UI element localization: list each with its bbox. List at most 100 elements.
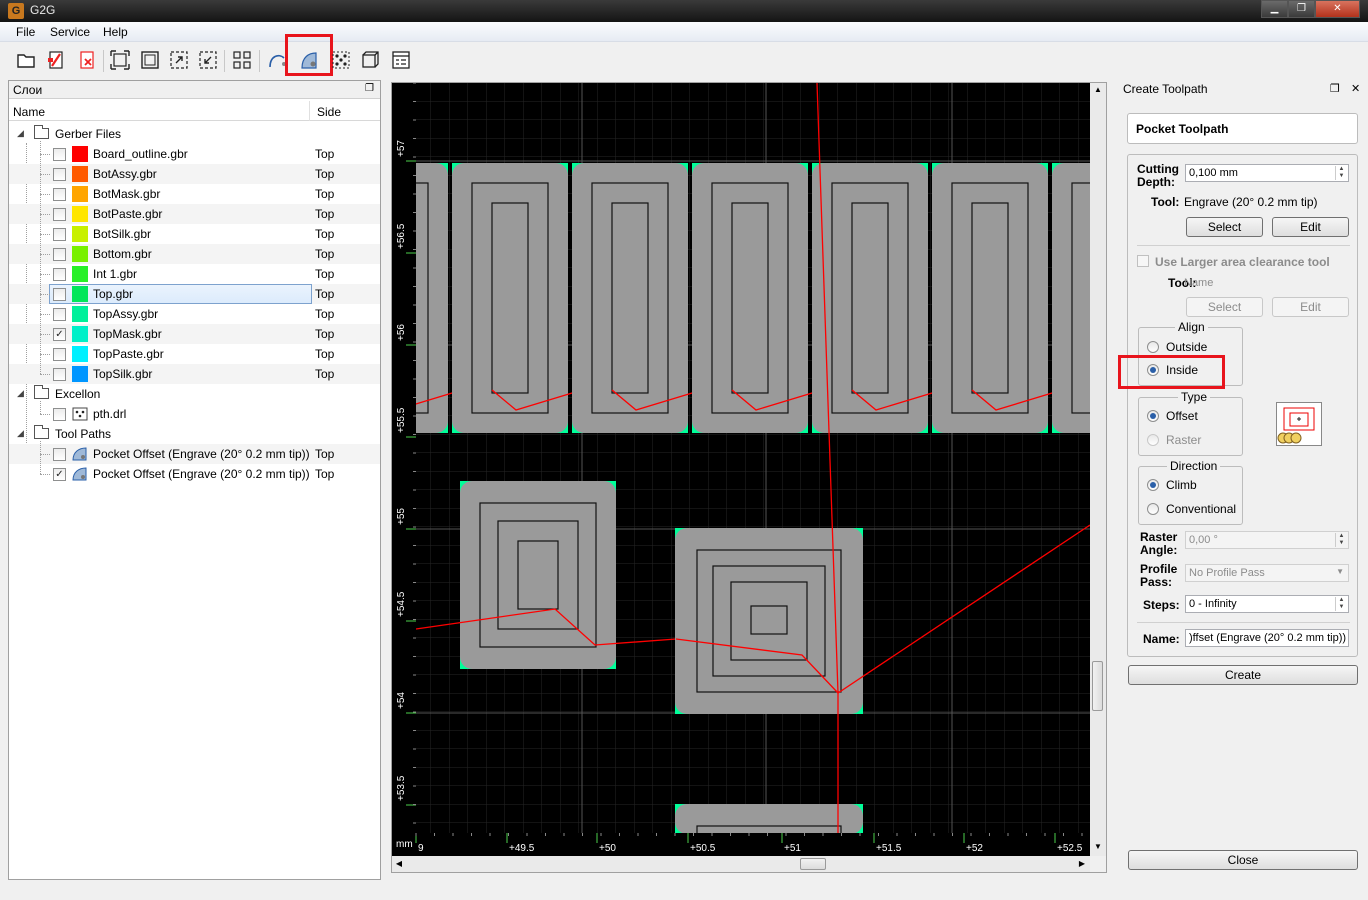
layer-row[interactable]: Board_outline.gbr Top [9, 141, 380, 164]
layer-color-swatch[interactable] [72, 226, 88, 242]
dropdown-arrow-icon[interactable]: ▼ [1336, 567, 1344, 576]
cutting-depth-input[interactable]: 0,100 mm ▲ ▼ [1185, 164, 1349, 182]
menu-file[interactable]: File [16, 25, 35, 39]
open-gerber-icon[interactable] [46, 50, 66, 70]
layer-color-swatch[interactable] [72, 166, 88, 182]
scroll-down-icon[interactable]: ▼ [1090, 840, 1106, 854]
edit-tool-button[interactable]: Edit [1272, 217, 1349, 237]
pad-top-5[interactable] [932, 163, 1048, 433]
horizontal-scrollbar[interactable]: ◀ ▶ [392, 856, 1090, 872]
layer-row[interactable]: BotPaste.gbr Top [9, 201, 380, 224]
layer-row[interactable]: TopPaste.gbr Top [9, 341, 380, 364]
profile-toolpath-icon[interactable] [267, 50, 287, 70]
tree-group-excellon[interactable]: ◢ Excellon [9, 384, 380, 404]
pad-mid-right[interactable] [675, 528, 863, 714]
zoom-fit-icon[interactable] [110, 50, 130, 70]
layer-checkbox[interactable] [53, 148, 66, 161]
pad-mid-left[interactable] [460, 481, 616, 669]
steps-input[interactable]: 0 - Infinity ▲ ▼ [1185, 595, 1349, 613]
layer-checkbox[interactable] [53, 168, 66, 181]
layer-color-swatch[interactable] [72, 246, 88, 262]
open-folder-icon[interactable] [16, 50, 36, 70]
minimize-button[interactable]: ▁ [1261, 0, 1288, 18]
layer-color-swatch[interactable] [72, 186, 88, 202]
layer-row[interactable]: BotSilk.gbr Top [9, 221, 380, 244]
zoom-in-icon[interactable] [169, 50, 189, 70]
drill-toolpath-icon[interactable] [331, 50, 351, 70]
board-view[interactable]: 9 +49.5 +50 +50.5 +51 +51.5 +52 +52.5 +57 +56.5 +5… [391, 82, 1107, 873]
layer-checkbox[interactable] [53, 288, 66, 301]
close-layer-icon[interactable] [77, 50, 97, 70]
pad-top-6[interactable] [1052, 163, 1090, 433]
direction-climb-radio[interactable] [1147, 479, 1159, 491]
edit-tool2-button[interactable]: Edit [1272, 297, 1349, 317]
layer-color-swatch[interactable] [72, 206, 88, 222]
spinner-icon[interactable]: ▲ ▼ [1335, 597, 1347, 611]
tree-group-toolpaths[interactable]: ◢ Tool Paths [9, 424, 380, 444]
menu-service[interactable]: Service [50, 25, 90, 39]
toolpath-row[interactable]: ✓ Pocket Offset (Engrave (20° 0.2 mm tip)… [9, 461, 380, 484]
vertical-scrollbar[interactable]: ▲ ▼ [1090, 83, 1106, 856]
pad-top-2[interactable] [572, 163, 688, 433]
scroll-up-icon[interactable]: ▲ [1090, 83, 1106, 97]
column-header-name[interactable]: Name [13, 105, 45, 119]
float-panel-icon[interactable]: ❐ [365, 83, 374, 94]
larger-area-checkbox[interactable] [1137, 255, 1149, 267]
pad-bottom[interactable] [675, 804, 863, 835]
select-tool2-button[interactable]: Select [1186, 297, 1263, 317]
vertical-scroll-thumb[interactable] [1092, 661, 1103, 711]
close-button[interactable]: Close [1128, 850, 1358, 870]
layer-checkbox[interactable] [53, 248, 66, 261]
layer-checkbox[interactable] [53, 228, 66, 241]
pad-top-4[interactable] [812, 163, 928, 433]
board-canvas[interactable]: 9 +49.5 +50 +50.5 +51 +51.5 +52 +52.5 +57 +56.5 +5… [392, 83, 1090, 856]
layer-checkbox[interactable] [53, 268, 66, 281]
create-button[interactable]: Create [1128, 665, 1358, 685]
zoom-out-icon[interactable] [198, 50, 218, 70]
layer-color-swatch[interactable] [72, 286, 88, 302]
layer-color-swatch[interactable] [72, 266, 88, 282]
column-divider[interactable] [309, 101, 310, 121]
layer-checkbox[interactable] [53, 348, 66, 361]
layer-color-swatch[interactable] [72, 346, 88, 362]
layer-row[interactable]: Int 1.gbr Top [9, 261, 380, 284]
profile-pass-select[interactable]: No Profile Pass ▼ [1185, 564, 1349, 582]
scroll-right-icon[interactable]: ▶ [1075, 856, 1089, 872]
layer-row[interactable]: BotMask.gbr Top [9, 181, 380, 204]
toolpath-row[interactable]: Pocket Offset (Engrave (20° 0.2 mm tip))… [9, 441, 380, 464]
zoom-board-icon[interactable] [140, 50, 160, 70]
menu-help[interactable]: Help [103, 25, 128, 39]
type-offset-radio[interactable] [1147, 410, 1159, 422]
layer-row[interactable]: TopAssy.gbr Top [9, 301, 380, 324]
layer-row[interactable]: ✓ TopMask.gbr Top [9, 321, 380, 344]
close-panel-icon[interactable]: ✕ [1351, 82, 1360, 95]
layer-checkbox[interactable] [53, 208, 66, 221]
direction-conventional-radio[interactable] [1147, 503, 1159, 515]
layer-checkbox[interactable] [53, 308, 66, 321]
layer-row[interactable]: Bottom.gbr Top [9, 241, 380, 264]
toolpath-checkbox[interactable] [53, 448, 66, 461]
align-outside-radio[interactable] [1147, 341, 1159, 353]
layer-checkbox[interactable] [53, 408, 66, 421]
layer-row[interactable]: Top.gbr Top [9, 281, 380, 304]
export-gcode-icon[interactable] [391, 50, 411, 70]
restore-button[interactable]: ❐ [1288, 0, 1315, 18]
collapse-arrow-icon[interactable]: ◢ [17, 428, 24, 439]
layers-arrange-icon[interactable] [232, 50, 252, 70]
collapse-arrow-icon[interactable]: ◢ [17, 128, 24, 139]
column-header-side[interactable]: Side [317, 105, 341, 119]
raster-angle-input[interactable]: 0,00 ° ▲ ▼ [1185, 531, 1349, 549]
layer-color-swatch[interactable] [72, 146, 88, 162]
spinner-icon[interactable]: ▲ ▼ [1335, 166, 1347, 180]
layer-checkbox[interactable]: ✓ [53, 328, 66, 341]
select-tool-button[interactable]: Select [1186, 217, 1263, 237]
scroll-left-icon[interactable]: ◀ [392, 856, 406, 872]
layer-color-swatch[interactable] [72, 306, 88, 322]
toolpath-checkbox[interactable]: ✓ [53, 468, 66, 481]
pad-top-3[interactable] [692, 163, 808, 433]
spinner-icon[interactable]: ▲ ▼ [1335, 533, 1347, 547]
horizontal-scroll-thumb[interactable] [800, 858, 826, 870]
layer-row[interactable]: TopSilk.gbr Top [9, 361, 380, 384]
layer-checkbox[interactable] [53, 368, 66, 381]
layer-color-swatch[interactable] [72, 326, 88, 342]
